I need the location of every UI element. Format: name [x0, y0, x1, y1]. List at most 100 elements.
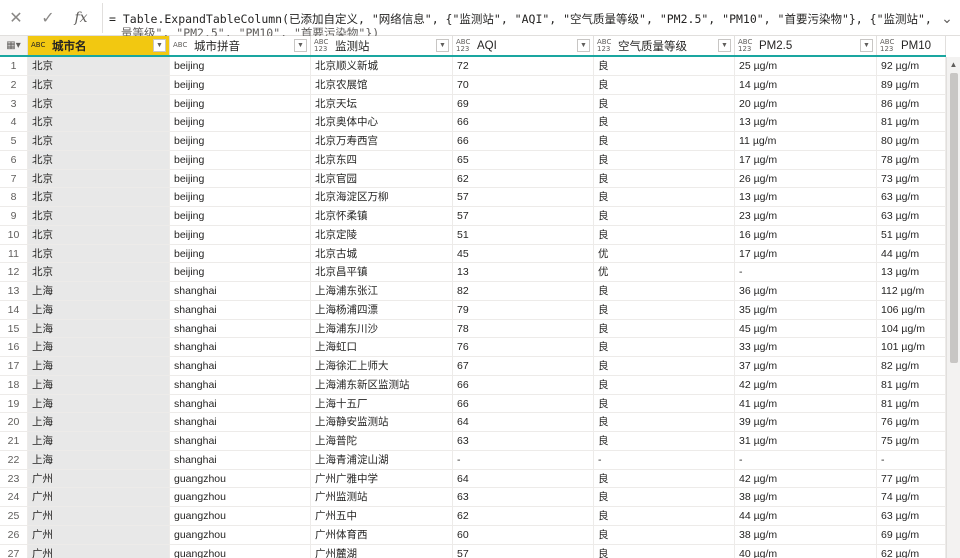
table-cell[interactable]: 63 — [453, 488, 594, 506]
table-cell[interactable]: 良 — [594, 132, 735, 150]
table-cell[interactable]: 北京 — [28, 150, 170, 169]
table-cell[interactable]: 65 — [453, 150, 594, 169]
table-cell[interactable]: 上海 — [28, 394, 170, 413]
table-row[interactable]: 16 上海 shanghai 上海虹口 76 良 33 µg/m 101 µg/m — [0, 338, 946, 357]
column-header[interactable]: ABC 城市拼音 ▼ — [170, 36, 311, 55]
table-cell[interactable]: 57 — [453, 544, 594, 558]
table-cell[interactable]: 广州 — [28, 525, 170, 544]
table-cell[interactable]: 广州体育西 — [311, 525, 453, 544]
table-cell[interactable]: 66 — [453, 132, 594, 150]
type-icon[interactable]: ABC — [173, 42, 191, 49]
formula-input[interactable]: = Table.ExpandTableColumn(已添加自定义, "网络信息"… — [109, 0, 934, 36]
table-cell[interactable]: 13 µg/m — [735, 113, 877, 131]
table-cell[interactable]: 37 µg/m — [735, 357, 877, 375]
table-cell[interactable]: 北京天坛 — [311, 94, 453, 113]
table-cell[interactable]: 104 µg/m — [877, 319, 946, 338]
table-cell[interactable]: 63 µg/m — [877, 207, 946, 225]
table-cell[interactable]: 76 — [453, 338, 594, 356]
table-cell[interactable]: 良 — [594, 188, 735, 206]
table-cell[interactable]: 51 µg/m — [877, 225, 946, 244]
filter-dropdown-icon[interactable]: ▼ — [718, 39, 731, 52]
table-cell[interactable]: 106 µg/m — [877, 300, 946, 319]
table-cell[interactable]: 40 µg/m — [735, 544, 877, 558]
table-cell[interactable]: 57 — [453, 188, 594, 206]
column-header[interactable]: ABC 123 AQI ▼ — [453, 36, 594, 55]
table-cell[interactable]: 广州五中 — [311, 507, 453, 525]
table-row[interactable]: 11 北京 beijing 北京古城 45 优 17 µg/m 44 µg/m — [0, 244, 946, 264]
table-cell[interactable]: 63 µg/m — [877, 188, 946, 206]
table-cell[interactable]: beijing — [170, 207, 311, 225]
table-cell[interactable]: beijing — [170, 57, 311, 75]
table-cell[interactable]: shanghai — [170, 300, 311, 319]
table-cell[interactable]: 上海浦东川沙 — [311, 319, 453, 338]
table-cell[interactable]: 良 — [594, 319, 735, 338]
table-cell[interactable]: beijing — [170, 75, 311, 94]
table-cell[interactable]: shanghai — [170, 394, 311, 413]
table-cell[interactable]: 33 µg/m — [735, 338, 877, 356]
table-row[interactable]: 15 上海 shanghai 上海浦东川沙 78 良 45 µg/m 104 µg/m — [0, 319, 946, 339]
table-row[interactable]: 20 上海 shanghai 上海静安监测站 64 良 39 µg/m 76 µg/m — [0, 413, 946, 432]
table-cell[interactable]: 13 µg/m — [735, 188, 877, 206]
scroll-up-icon[interactable]: ▲ — [947, 57, 960, 71]
table-cell[interactable]: 81 µg/m — [877, 394, 946, 413]
table-cell[interactable]: 81 µg/m — [877, 375, 946, 394]
table-cell[interactable]: 上海 — [28, 432, 170, 450]
table-cell[interactable]: 广州麓湖 — [311, 544, 453, 558]
check-icon[interactable]: ✓ — [32, 0, 64, 36]
table-row[interactable]: 7 北京 beijing 北京官园 62 良 26 µg/m 73 µg/m — [0, 169, 946, 189]
table-cell[interactable]: 北京官园 — [311, 169, 453, 188]
table-cell[interactable]: 17 µg/m — [735, 150, 877, 169]
table-row[interactable]: 6 北京 beijing 北京东四 65 良 17 µg/m 78 µg/m — [0, 150, 946, 170]
table-cell[interactable]: 41 µg/m — [735, 394, 877, 413]
table-cell[interactable]: 北京 — [28, 169, 170, 188]
table-cell[interactable]: 39 µg/m — [735, 413, 877, 431]
table-cell[interactable]: 上海浦东新区监测站 — [311, 375, 453, 394]
table-row[interactable]: 18 上海 shanghai 上海浦东新区监测站 66 良 42 µg/m 81 µg/m — [0, 375, 946, 395]
table-cell[interactable]: 76 µg/m — [877, 413, 946, 431]
table-cell[interactable]: 良 — [594, 375, 735, 394]
table-row[interactable]: 14 上海 shanghai 上海杨浦四漂 79 良 35 µg/m 106 µg/m — [0, 300, 946, 320]
table-cell[interactable]: 上海静安监测站 — [311, 413, 453, 431]
table-cell[interactable]: 77 µg/m — [877, 469, 946, 488]
table-row[interactable]: 10 北京 beijing 北京定陵 51 良 16 µg/m 51 µg/m — [0, 225, 946, 245]
table-cell[interactable]: 101 µg/m — [877, 338, 946, 356]
table-cell[interactable]: 62 — [453, 169, 594, 188]
table-cell[interactable]: 上海 — [28, 300, 170, 319]
table-cell[interactable]: 北京 — [28, 188, 170, 206]
table-row[interactable]: 23 广州 guangzhou 广州广雅中学 64 良 42 µg/m 77 µg/m — [0, 469, 946, 489]
table-cell[interactable]: 66 — [453, 394, 594, 413]
table-cell[interactable]: 北京昌平镇 — [311, 263, 453, 281]
type-icon[interactable]: ABC 123 — [738, 38, 756, 53]
table-cell[interactable]: 上海 — [28, 319, 170, 338]
table-cell[interactable]: 66 — [453, 375, 594, 394]
table-cell[interactable]: 上海 — [28, 375, 170, 394]
table-cell[interactable]: shanghai — [170, 413, 311, 431]
table-cell[interactable]: 82 — [453, 282, 594, 300]
table-row[interactable]: 13 上海 shanghai 上海浦东张江 82 良 36 µg/m 112 µg/m — [0, 282, 946, 301]
filter-dropdown-icon[interactable]: ▼ — [577, 39, 590, 52]
table-cell[interactable]: 北京海淀区万柳 — [311, 188, 453, 206]
table-row[interactable]: 25 广州 guangzhou 广州五中 62 良 44 µg/m 63 µg/m — [0, 507, 946, 526]
table-cell[interactable]: 31 µg/m — [735, 432, 877, 450]
close-icon[interactable]: ✕ — [0, 0, 32, 36]
table-cell[interactable]: beijing — [170, 225, 311, 244]
table-cell[interactable]: 北京定陵 — [311, 225, 453, 244]
table-cell[interactable]: 良 — [594, 57, 735, 75]
table-cell[interactable]: - — [594, 450, 735, 469]
table-cell[interactable]: 17 µg/m — [735, 244, 877, 263]
table-cell[interactable]: 86 µg/m — [877, 94, 946, 113]
table-cell[interactable]: 63 — [453, 432, 594, 450]
table-cell[interactable]: 广州 — [28, 469, 170, 488]
table-row[interactable]: 12 北京 beijing 北京昌平镇 13 优 -13 µg/m — [0, 263, 946, 282]
table-cell[interactable]: 16 µg/m — [735, 225, 877, 244]
table-cell[interactable]: 北京古城 — [311, 244, 453, 263]
table-cell[interactable]: 82 µg/m — [877, 357, 946, 375]
table-cell[interactable]: 北京东四 — [311, 150, 453, 169]
table-cell[interactable]: 良 — [594, 357, 735, 375]
table-cell[interactable]: 23 µg/m — [735, 207, 877, 225]
table-cell[interactable]: shanghai — [170, 282, 311, 300]
table-cell[interactable]: 38 µg/m — [735, 488, 877, 506]
table-cell[interactable]: 64 — [453, 413, 594, 431]
table-cell[interactable]: 上海 — [28, 357, 170, 375]
table-cell[interactable]: 北京 — [28, 263, 170, 281]
